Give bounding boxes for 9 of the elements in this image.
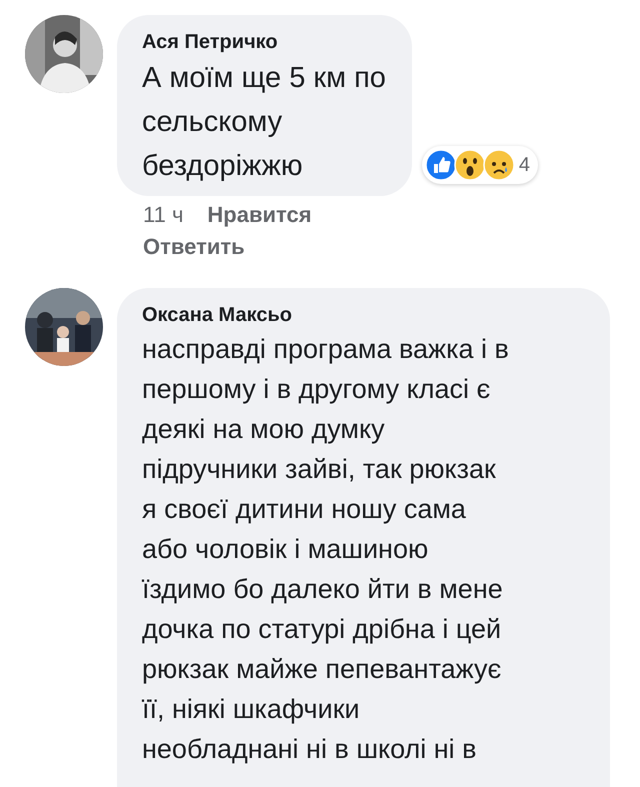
author-name[interactable]: Ася Петричко (142, 31, 386, 54)
like-link[interactable]: Нравится (207, 202, 312, 228)
comment-text: насправді програма важка і в першому і в другому класі є деякі на мою думку підручники зайві, так рюкзак я своєї дитини ношу сама або чоловік і машиною їздимо бо далеко йти в мене дочка по статурі дрібна і цей рюкзак майже пепевантажує її, ніякі шкафчики необладнані ні в школі ні в (142, 333, 510, 766)
reaction-summary[interactable]: 4 (422, 146, 538, 184)
comment-time: 11 ч (143, 202, 184, 228)
author-name[interactable]: Оксана Максьо (142, 304, 584, 327)
reply-link[interactable]: Ответить (117, 228, 412, 260)
reaction-count: 4 (518, 154, 530, 176)
comment-text: А моїм ще 5 км по сельскому бездоріжжю (142, 61, 386, 184)
